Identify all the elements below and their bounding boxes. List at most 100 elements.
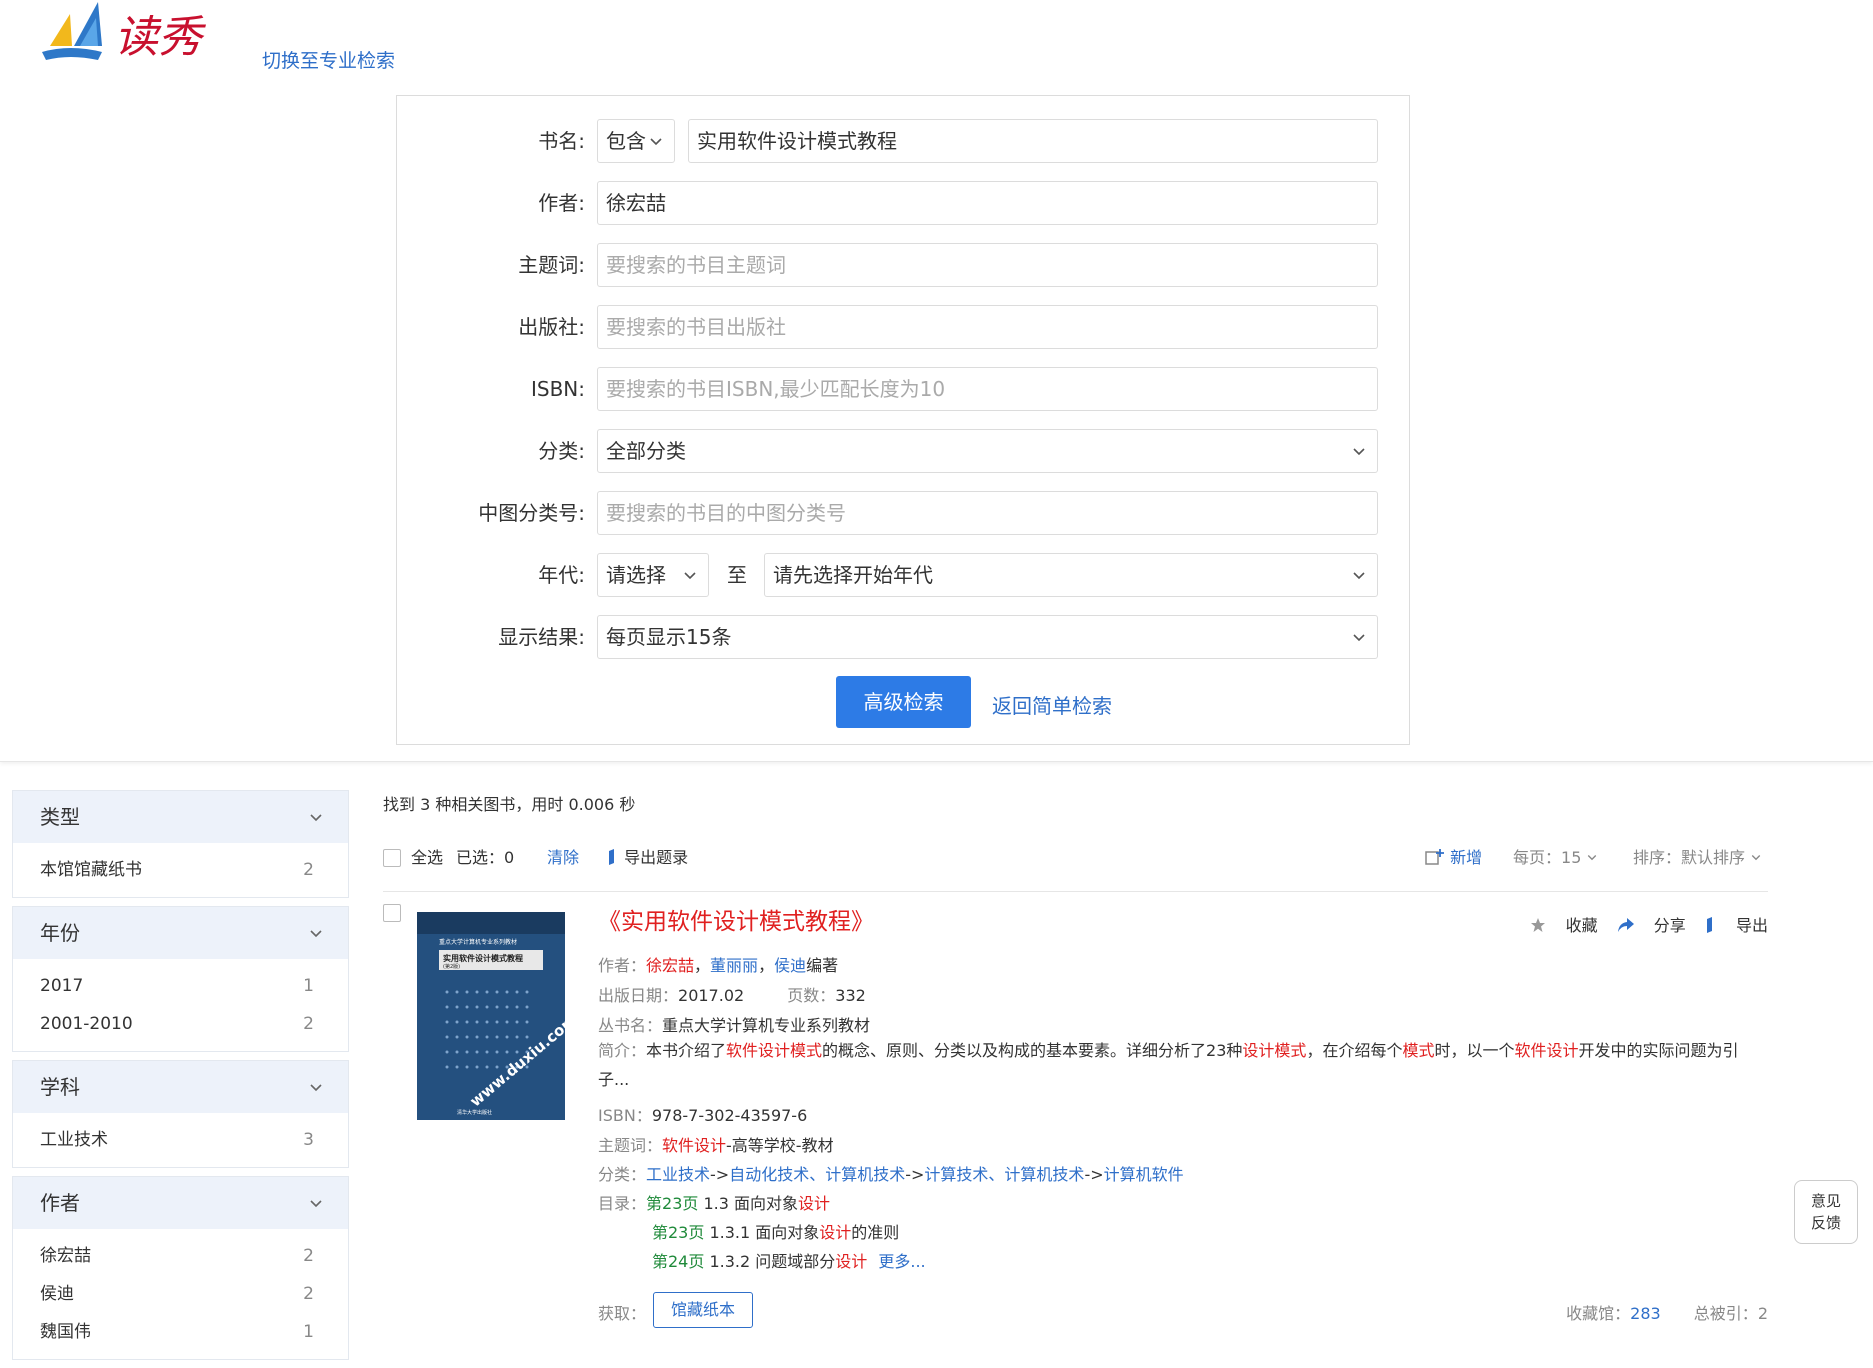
year-to-label: 至 — [727, 563, 747, 587]
advanced-search-button[interactable]: 高级检索 — [836, 676, 971, 728]
toc-page-link[interactable]: 第23页 — [652, 1223, 704, 1242]
label-display: 显示结果: — [498, 625, 585, 649]
cited-count: 2 — [1757, 1304, 1768, 1323]
clear-selection-link[interactable]: 清除 — [547, 840, 579, 876]
facet-header[interactable]: 学科 — [13, 1061, 348, 1113]
subject-placeholder: 要搜索的书目主题词 — [606, 253, 786, 277]
class-link[interactable]: 计算机软件 — [1104, 1165, 1184, 1184]
title-match-select[interactable]: 包含 — [597, 119, 675, 163]
feedback-line2: 反馈 — [1810, 1214, 1841, 1232]
pages-value: 332 — [835, 986, 866, 1005]
facet-author: 作者 徐宏喆 2 侯迪 2 魏国伟 1 — [12, 1176, 349, 1360]
label-year: 年代: — [538, 563, 585, 587]
class-arrow: -> — [905, 1165, 925, 1184]
select-all-checkbox[interactable] — [383, 849, 401, 867]
toc-text: 1.3 面向对象 — [698, 1194, 799, 1213]
facet-item[interactable]: 徐宏喆 2 — [13, 1237, 348, 1275]
author-input[interactable]: 徐宏喆 — [597, 181, 1378, 225]
category-select[interactable]: 全部分类 — [597, 429, 1378, 473]
facet-item[interactable]: 工业技术 3 — [13, 1121, 348, 1159]
meta-key: 目录： — [598, 1194, 647, 1213]
duxiu-logo[interactable]: 读秀 — [40, 0, 220, 70]
favorite-button[interactable]: 收藏 — [1530, 916, 1598, 935]
book-checkbox[interactable] — [383, 904, 401, 922]
book-pubdate: 出版日期：2017.02 页数：332 — [598, 982, 866, 1006]
holdings-key: 收藏馆： — [1566, 1304, 1631, 1323]
share-label: 分享 — [1653, 916, 1686, 935]
facet-title: 作者 — [40, 1191, 80, 1215]
switch-to-professional-search-link[interactable]: 切换至专业检索 — [262, 46, 395, 73]
facet-item[interactable]: 魏国伟 1 — [13, 1313, 348, 1351]
row-subject: 主题词: 要搜索的书目主题词 — [397, 243, 1411, 287]
results-summary: 找到 3 种相关图书，用时 0.006 秒 — [383, 795, 636, 814]
book-cover[interactable]: 重点大学计算机专业系列教材 实用软件设计模式教程 (第2版) www.duxiu… — [417, 912, 565, 1120]
favorite-label: 收藏 — [1565, 916, 1598, 935]
toc-page-link[interactable]: 第24页 — [652, 1252, 704, 1271]
isbn-value: 978-7-302-43597-6 — [651, 1106, 808, 1125]
subject-rest: -高等学校-教材 — [726, 1136, 834, 1155]
select-all-label[interactable]: 全选 — [411, 840, 443, 876]
row-category: 分类: 全部分类 — [397, 429, 1411, 473]
display-count-select[interactable]: 每页显示15条 — [597, 615, 1378, 659]
export-list-button[interactable]: 导出题录 — [607, 840, 688, 876]
toc-highlight: 设计 — [798, 1194, 831, 1213]
facet-header[interactable]: 年份 — [13, 907, 348, 959]
author-link[interactable]: 侯迪 — [774, 956, 806, 975]
class-arrow: -> — [710, 1165, 730, 1184]
facet-title: 学科 — [40, 1075, 80, 1099]
facet-title: 年份 — [40, 921, 80, 945]
book-cover-image: 重点大学计算机专业系列教材 实用软件设计模式教程 (第2版) www.duxiu… — [417, 912, 565, 1120]
sort-label: 排序： — [1633, 848, 1682, 867]
book-authors: 作者：徐宏喆，董丽丽，侯迪编著 — [598, 952, 838, 976]
facet-item-count: 1 — [303, 1322, 314, 1342]
title-input-value: 实用软件设计模式教程 — [697, 129, 897, 153]
class-link[interactable]: 自动化技术、计算机技术 — [729, 1165, 905, 1184]
author-input-value: 徐宏喆 — [606, 191, 666, 215]
author-link[interactable]: 董丽丽 — [710, 956, 758, 975]
book-actions: 收藏 分享 导出 — [1516, 912, 1768, 936]
facet-item[interactable]: 2017 1 — [13, 967, 348, 1005]
publisher-input[interactable]: 要搜索的书目出版社 — [597, 305, 1378, 349]
label-title: 书名: — [538, 129, 585, 153]
label-author: 作者: — [538, 191, 585, 215]
author-link[interactable]: 徐宏喆 — [646, 956, 694, 975]
subject-highlight[interactable]: 软件设计 — [662, 1136, 726, 1155]
subject-input[interactable]: 要搜索的书目主题词 — [597, 243, 1378, 287]
toc-page-link[interactable]: 第23页 — [646, 1194, 698, 1213]
isbn-input[interactable]: 要搜索的书目ISBN,最少匹配长度为10 — [597, 367, 1378, 411]
cited-key: 总被引： — [1693, 1304, 1758, 1323]
toc-more-link[interactable]: 更多... — [878, 1252, 925, 1271]
export-button[interactable]: 导出 — [1705, 916, 1768, 935]
toc-highlight: 设计 — [819, 1223, 852, 1242]
book-title-link[interactable]: 《实用软件设计模式教程》 — [598, 902, 874, 936]
chevron-down-icon — [310, 1084, 322, 1092]
facet-header[interactable]: 类型 — [13, 791, 348, 843]
sort-select[interactable]: 排序：默认排序 — [1633, 840, 1762, 876]
holdings-count-link[interactable]: 283 — [1630, 1304, 1661, 1323]
facet-item-label: 2017 — [40, 976, 84, 996]
share-button[interactable]: 分享 — [1617, 916, 1686, 935]
facet-item[interactable]: 本馆馆藏纸书 2 — [13, 851, 348, 889]
title-input[interactable]: 实用软件设计模式教程 — [688, 119, 1378, 163]
add-new-button[interactable]: 新增 — [1425, 840, 1482, 876]
class-link[interactable]: 工业技术 — [646, 1165, 710, 1184]
row-year: 年代: 请选择 至 请先选择开始年代 — [397, 553, 1411, 597]
facet-item-label: 工业技术 — [40, 1130, 108, 1150]
back-to-simple-search-link[interactable]: 返回简单检索 — [992, 690, 1112, 719]
per-page-select[interactable]: 每页：15 — [1513, 840, 1598, 876]
book-classification: 分类：工业技术->自动化技术、计算机技术->计算技术、计算机技术->计算机软件 — [598, 1161, 1184, 1185]
facet-item[interactable]: 侯迪 2 — [13, 1275, 348, 1313]
facet-item[interactable]: 2001-2010 2 — [13, 1005, 348, 1043]
meta-key: ISBN： — [598, 1106, 652, 1125]
facet-header[interactable]: 作者 — [13, 1177, 348, 1229]
feedback-button[interactable]: 意见 反馈 — [1794, 1180, 1858, 1244]
clc-input[interactable]: 要搜索的书目的中图分类号 — [597, 491, 1378, 535]
year-from-select[interactable]: 请选择 — [597, 553, 709, 597]
selected-count: 已选：0 — [456, 848, 515, 867]
class-link[interactable]: 计算技术、计算机技术 — [924, 1165, 1084, 1184]
display-count-value: 每页显示15条 — [606, 625, 732, 649]
chevron-down-icon — [310, 814, 322, 822]
holdings-paper-button[interactable]: 馆藏纸本 — [653, 1292, 753, 1328]
row-publisher: 出版社: 要搜索的书目出版社 — [397, 305, 1411, 349]
year-to-select[interactable]: 请先选择开始年代 — [764, 553, 1378, 597]
